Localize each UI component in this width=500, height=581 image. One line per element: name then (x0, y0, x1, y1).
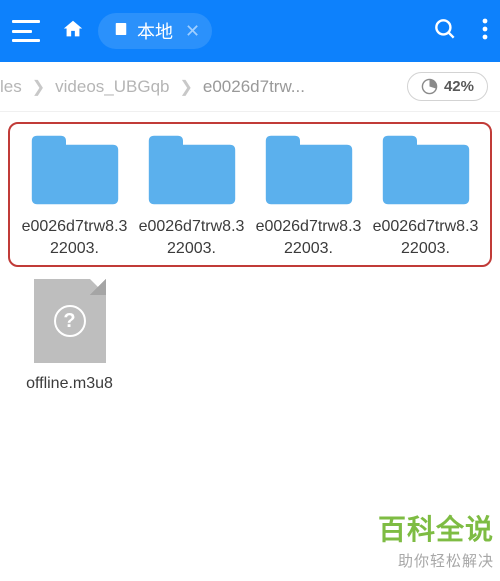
folder-item[interactable]: e0026d7trw8.322003. (134, 134, 249, 259)
folder-label: e0026d7trw8.322003. (137, 216, 247, 259)
folder-item[interactable]: e0026d7trw8.322003. (251, 134, 366, 259)
file-label: offline.m3u8 (26, 373, 113, 395)
search-icon[interactable] (432, 16, 458, 47)
file-content: e0026d7trw8.322003. e0026d7trw8.322003. … (0, 112, 500, 405)
book-icon (112, 20, 130, 43)
location-tab[interactable]: 本地 ✕ (98, 13, 212, 49)
folder-label: e0026d7trw8.322003. (371, 216, 481, 259)
breadcrumb-item[interactable]: videos_UBGqb (55, 77, 169, 97)
watermark: 百科全说 助你轻松解决 (378, 508, 494, 571)
overflow-icon[interactable] (482, 17, 488, 46)
menu-icon[interactable] (12, 20, 40, 42)
storage-percent: 42% (444, 78, 474, 95)
home-icon[interactable] (62, 18, 84, 45)
file-item[interactable]: ? offline.m3u8 (12, 275, 127, 395)
question-mark-icon: ? (54, 305, 86, 337)
breadcrumb-item-current[interactable]: e0026d7trw... (203, 77, 305, 97)
folder-label: e0026d7trw8.322003. (254, 216, 364, 259)
tab-label: 本地 (137, 18, 173, 44)
watermark-subtitle: 助你轻松解决 (378, 550, 494, 571)
pie-icon (421, 78, 438, 95)
highlighted-folders: e0026d7trw8.322003. e0026d7trw8.322003. … (8, 122, 492, 267)
folder-label: e0026d7trw8.322003. (20, 216, 130, 259)
folder-icon (381, 134, 471, 206)
folder-icon (30, 134, 120, 206)
breadcrumb: les ❯ videos_UBGqb ❯ e0026d7trw... 42% (0, 62, 500, 112)
chevron-right-icon: ❯ (32, 77, 45, 97)
folder-item[interactable]: e0026d7trw8.322003. (368, 134, 483, 259)
watermark-title: 百科全说 (378, 508, 494, 548)
folder-icon (264, 134, 354, 206)
folder-icon (147, 134, 237, 206)
unknown-file-icon: ? (34, 279, 106, 363)
app-header: 本地 ✕ (0, 0, 500, 62)
breadcrumb-item[interactable]: les (0, 77, 22, 97)
file-grid: ? offline.m3u8 (8, 275, 492, 395)
storage-indicator[interactable]: 42% (407, 72, 488, 101)
chevron-right-icon: ❯ (179, 77, 192, 97)
close-icon[interactable]: ✕ (185, 21, 200, 42)
folder-item[interactable]: e0026d7trw8.322003. (17, 134, 132, 259)
